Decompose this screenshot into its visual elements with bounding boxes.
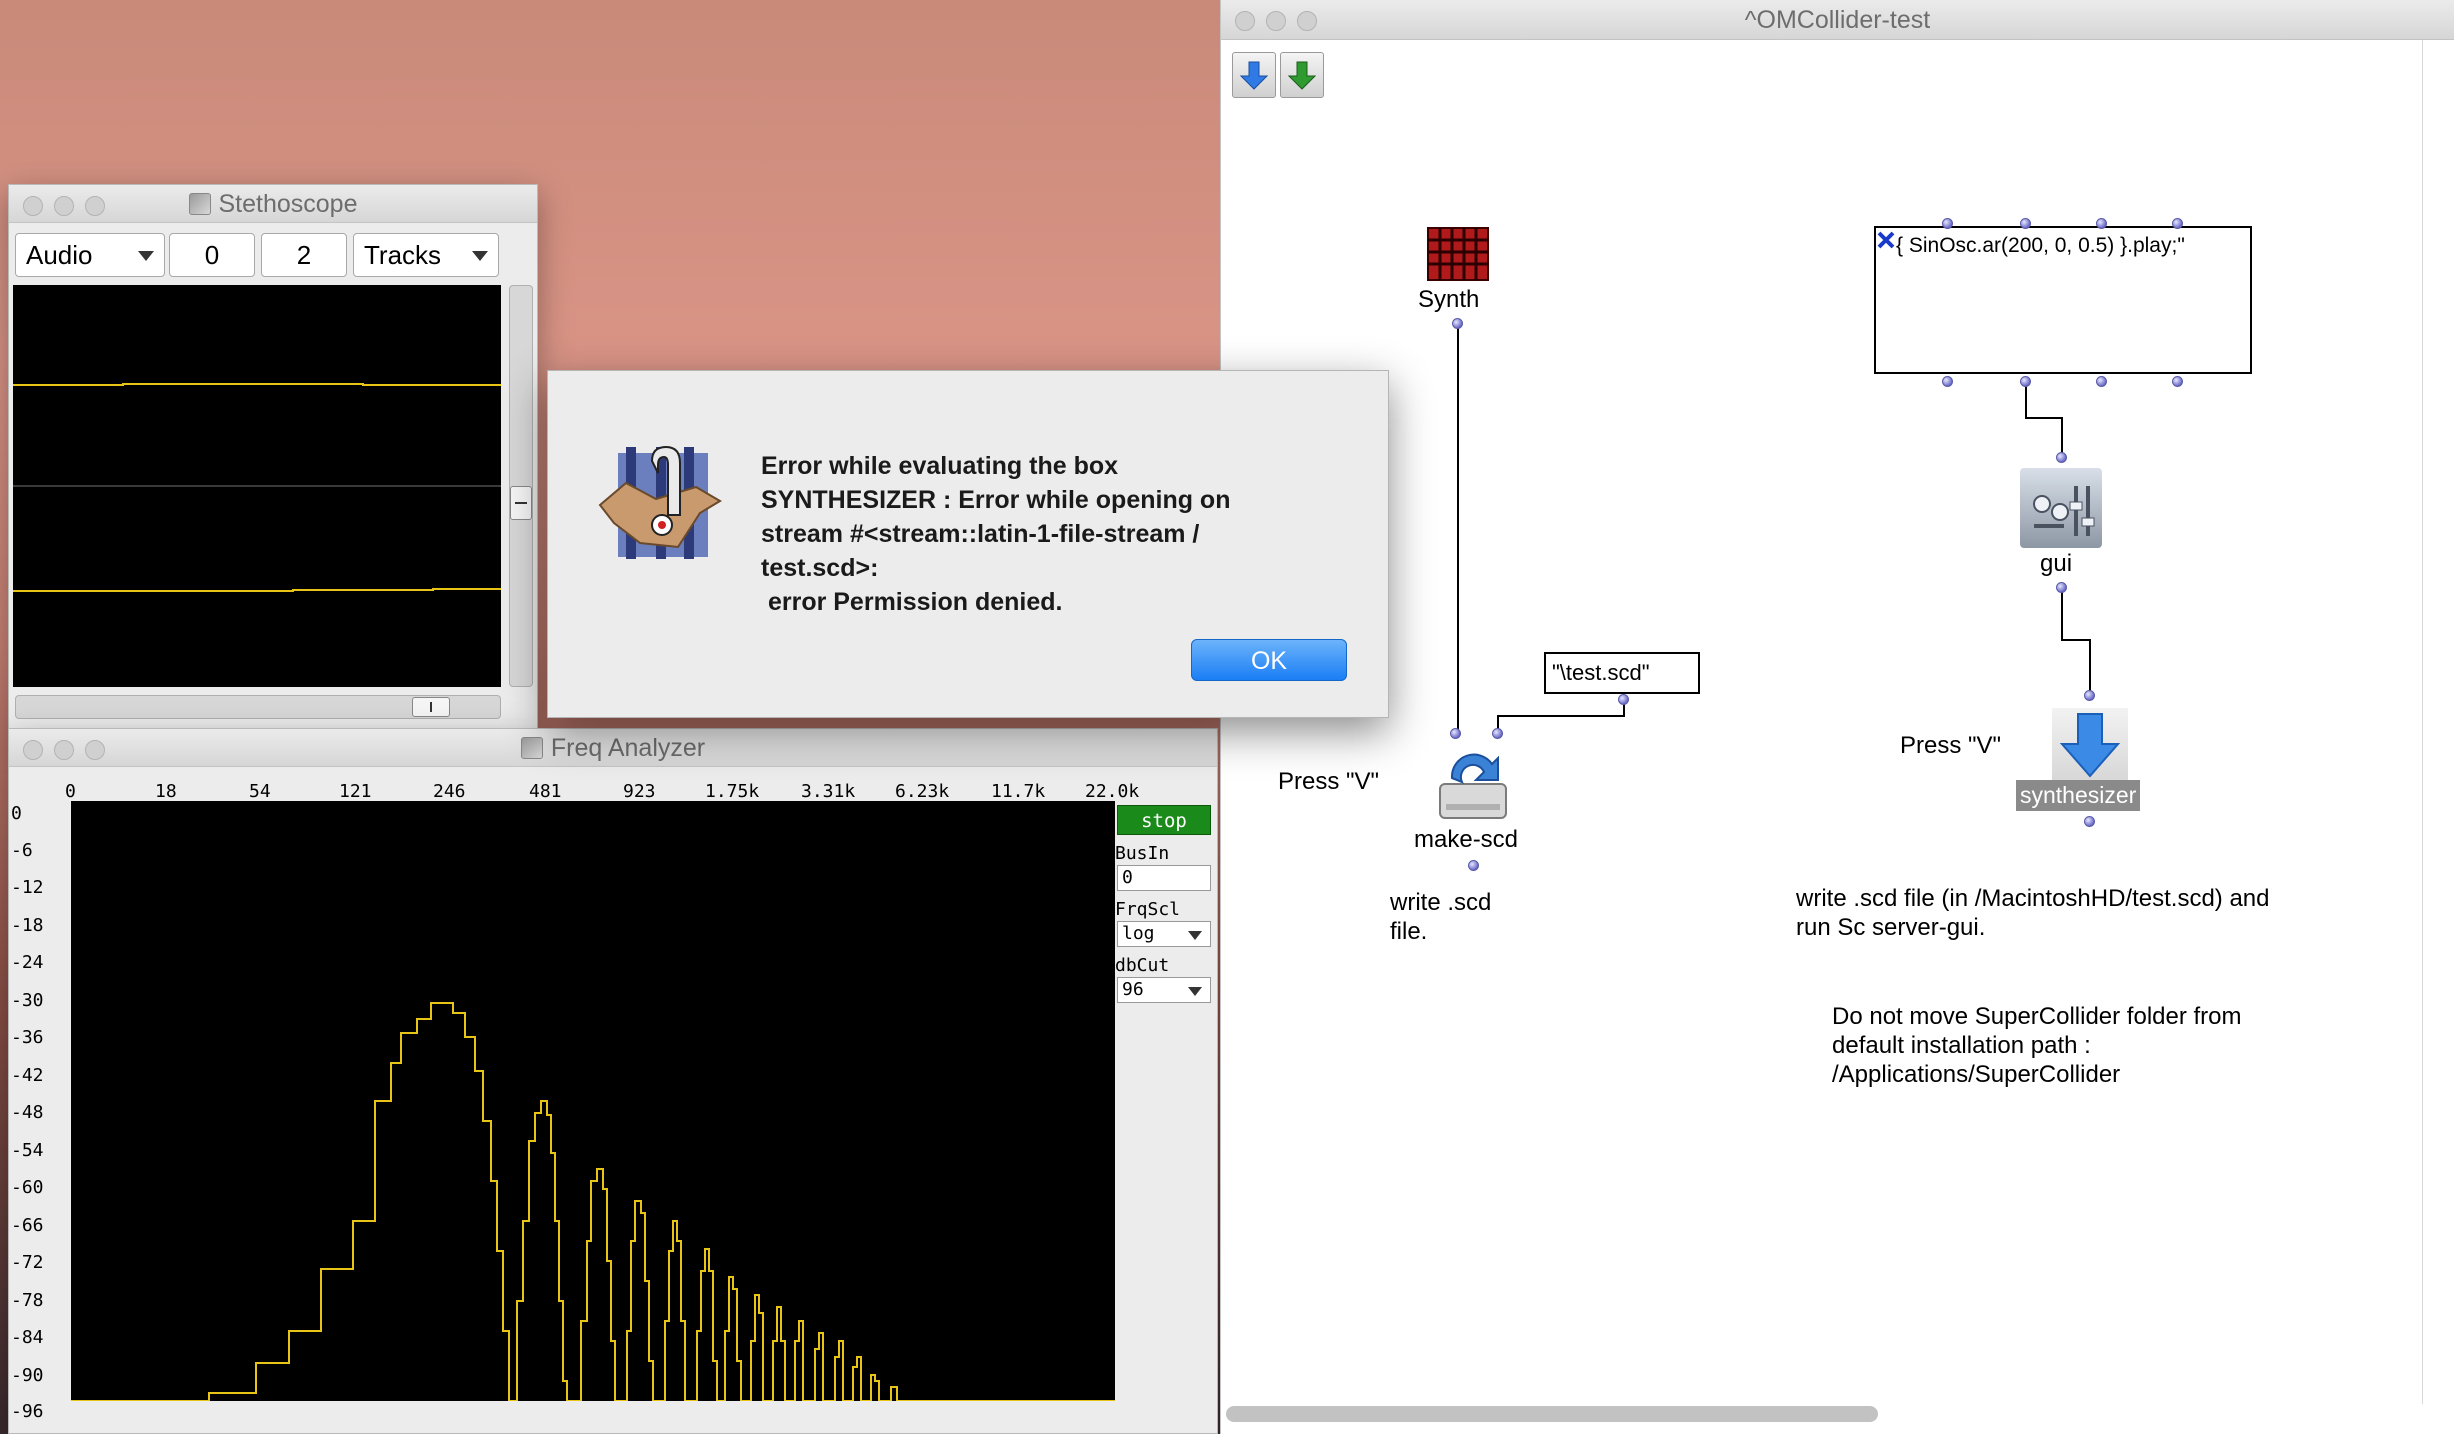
string-box-text: "\test.scd" <box>1552 660 1650 685</box>
string-box[interactable]: "\test.scd" <box>1544 652 1700 694</box>
press-v-right: Press "V" <box>1900 732 2002 759</box>
error-dialog: Error while evaluating the box SYNTHESIZ… <box>547 370 1389 718</box>
make-scd-box[interactable] <box>1436 748 1510 824</box>
synth-grid-icon <box>1427 227 1489 281</box>
gui-outlet[interactable] <box>2056 582 2067 593</box>
make-scd-outlet[interactable] <box>1468 860 1479 871</box>
mixer-sliders-icon <box>2033 486 2095 536</box>
code-box[interactable]: { SinOsc.ar(200, 0, 0.5) }.play;" <box>1874 226 2252 374</box>
error-message: Error while evaluating the box SYNTHESIZ… <box>761 452 1231 616</box>
connection-string-make-scd <box>1497 700 1625 732</box>
code-inlet[interactable] <box>2020 218 2031 229</box>
synthesizer-inlet[interactable] <box>2084 690 2095 701</box>
synth-box[interactable] <box>1426 226 1490 282</box>
lock-x-icon[interactable] <box>1876 230 1896 250</box>
string-outlet[interactable] <box>1618 694 1629 705</box>
comment-warning: Do not move SuperCollider folder from de… <box>1832 1003 2242 1088</box>
ok-button[interactable]: OK <box>1191 639 1347 681</box>
synth-label: Synth <box>1418 286 1480 313</box>
make-scd-label: make-scd <box>1414 826 1519 853</box>
download-arrow-icon <box>2059 713 2121 778</box>
make-scd-inlet[interactable] <box>1492 728 1503 739</box>
gui-inlet[interactable] <box>2056 452 2067 463</box>
synthesizer-box[interactable] <box>2052 708 2128 784</box>
code-inlet[interactable] <box>2096 218 2107 229</box>
app-logo-icon <box>596 443 726 563</box>
code-inlet[interactable] <box>2172 218 2183 229</box>
code-outlet[interactable] <box>2096 376 2107 387</box>
code-inlet[interactable] <box>1942 218 1953 229</box>
code-outlet[interactable] <box>2020 376 2031 387</box>
press-v-left: Press "V" <box>1278 768 1380 795</box>
gui-label: gui <box>2040 550 2073 577</box>
synth-outlet[interactable] <box>1452 318 1463 329</box>
connection-code-gui <box>2025 382 2063 456</box>
openmusic-logo <box>598 445 722 559</box>
code-box-text: { SinOsc.ar(200, 0, 0.5) }.play;" <box>1896 234 2185 257</box>
comment-write-run: write .scd file (in /MacintoshHD/test.sc… <box>1796 885 2270 941</box>
code-outlet[interactable] <box>1942 376 1953 387</box>
code-outlet[interactable] <box>2172 376 2183 387</box>
comment-write-scd: write .scd file. <box>1390 889 1492 945</box>
make-scd-inlet[interactable] <box>1450 728 1461 739</box>
patch-horizontal-scrollbar[interactable] <box>1226 1406 1878 1422</box>
connection-gui-synthesizer <box>2061 592 2091 694</box>
save-disk-icon <box>1439 753 1507 819</box>
synthesizer-outlet[interactable] <box>2084 816 2095 827</box>
gui-box[interactable] <box>2020 468 2102 548</box>
synthesizer-label: synthesizer <box>2016 780 2141 811</box>
